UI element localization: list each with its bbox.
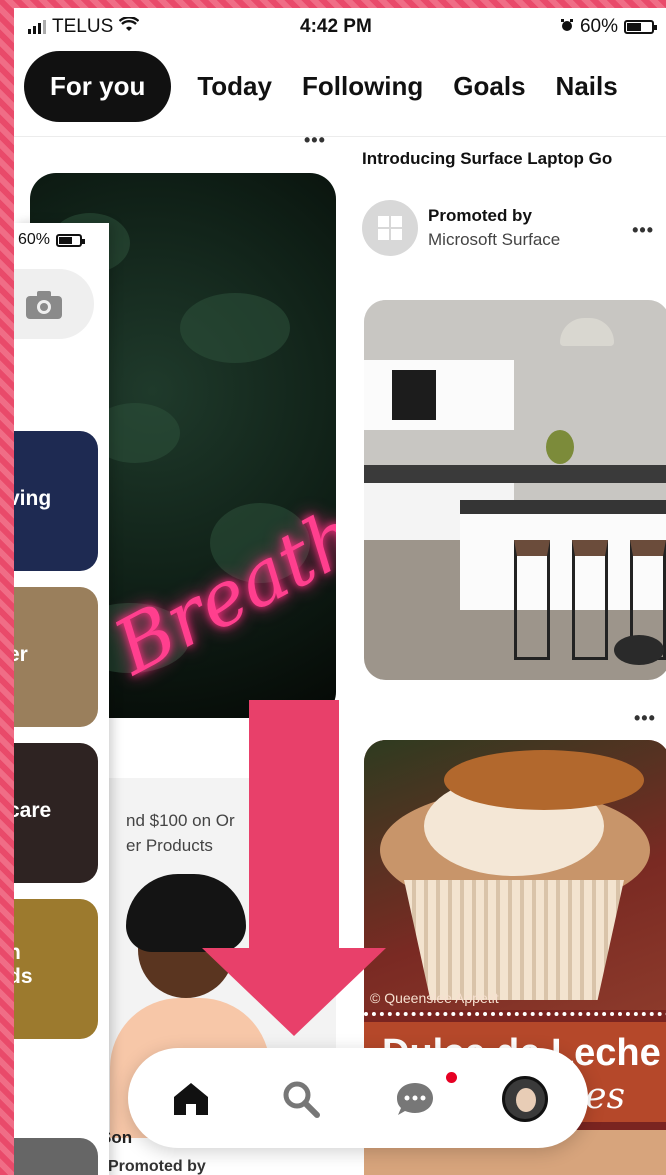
camera-icon[interactable]	[24, 289, 64, 321]
promo-more-button[interactable]: •••	[632, 220, 654, 241]
pinterest-home-screen: TELUS 4:42 PM 60% For you Today Followin…	[14, 8, 666, 1175]
cat-figure	[614, 635, 664, 665]
overlay-idea-tile[interactable]: er	[14, 587, 98, 727]
signal-icon	[28, 20, 46, 34]
tutorial-arrow-head	[202, 948, 386, 1036]
tutorial-arrow-shaft	[249, 700, 339, 950]
microsoft-logo-icon[interactable]	[362, 200, 418, 256]
cupcake-topping	[444, 750, 644, 810]
overlay-search-bar[interactable]	[14, 269, 94, 339]
overlay-idea-tile[interactable]: care	[14, 743, 98, 883]
carrier-name: TELUS	[52, 16, 114, 37]
illustration-hair	[126, 874, 246, 952]
overlay-battery-icon	[56, 233, 86, 247]
pin-kitchen-photo[interactable]	[364, 300, 666, 680]
tab-for-you[interactable]: For you	[24, 50, 172, 122]
advertiser-name[interactable]: Microsoft Surface	[428, 230, 560, 250]
wifi-icon	[118, 15, 140, 38]
overlay-status: 60%	[18, 231, 86, 249]
photo-credit: © Queenslee Appetit	[370, 990, 499, 1006]
pin-more-button[interactable]: •••	[304, 130, 326, 151]
overlay-bottom-tile	[14, 1138, 98, 1175]
tab-today[interactable]: Today	[193, 53, 276, 120]
status-left: TELUS	[28, 15, 140, 38]
feed-right-column: Introducing Surface Laptop Go Promoted b…	[350, 8, 666, 1175]
promo-pin-title[interactable]: Introducing Surface Laptop Go	[362, 146, 658, 172]
search-icon[interactable]	[276, 1074, 326, 1124]
neon-sign-text: Breathe	[100, 468, 336, 692]
promo-advertiser-row: Promoted by Microsoft Surface •••	[362, 200, 662, 260]
search-screen-overlay: 60% ving er care n ds	[14, 223, 109, 1175]
notification-dot	[446, 1072, 457, 1083]
promoted-by-label: Promoted by	[428, 206, 532, 225]
ad-promoted-by: Promoted by	[108, 1158, 206, 1175]
cupcake-wrapper	[404, 880, 624, 1000]
overlay-idea-tile[interactable]: n ds	[14, 899, 98, 1039]
messages-icon[interactable]	[390, 1074, 440, 1124]
profile-avatar[interactable]	[500, 1074, 550, 1124]
kitchen-more-button[interactable]: •••	[634, 708, 656, 729]
bottom-nav-bar	[128, 1048, 588, 1148]
overlay-idea-tile[interactable]: ving	[14, 431, 98, 571]
home-icon[interactable]	[166, 1074, 216, 1124]
